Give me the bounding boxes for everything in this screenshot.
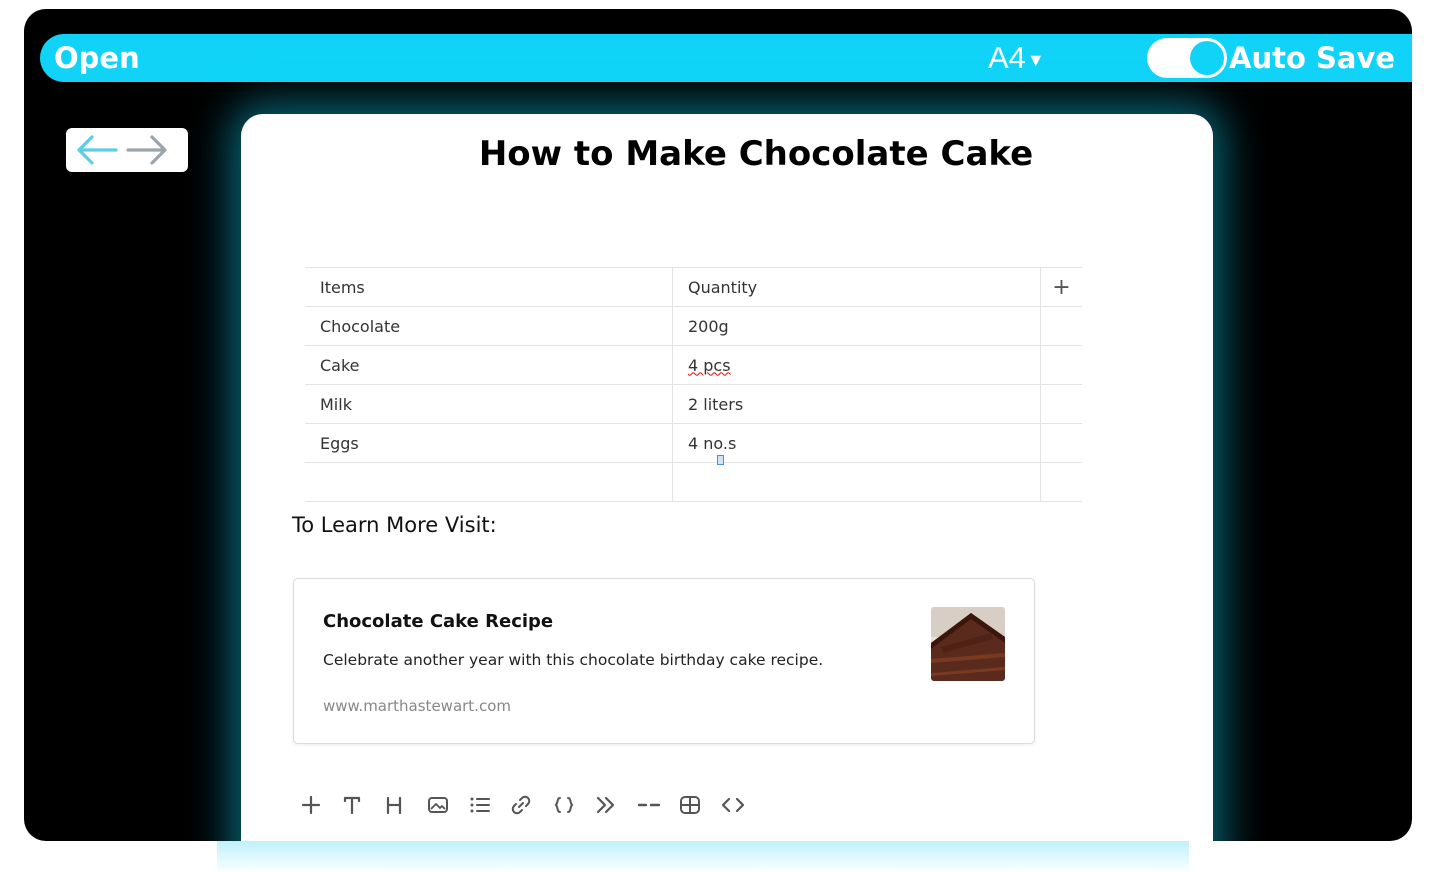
table-cell[interactable]: 2 liters [672, 384, 1041, 424]
table-row: Milk 2 liters [305, 384, 1082, 424]
heading-icon[interactable] [385, 790, 427, 820]
table-cell [1040, 384, 1082, 424]
table-icon[interactable] [679, 790, 721, 820]
table-row [305, 462, 1082, 502]
arrow-right-icon[interactable] [124, 132, 170, 168]
table-cell[interactable]: 4 pcs [672, 345, 1041, 385]
autosave-label: Auto Save [1229, 41, 1395, 75]
table-cell[interactable]: Cake [305, 345, 673, 385]
table-cell [1040, 345, 1082, 385]
table-cell[interactable]: Milk [305, 384, 673, 424]
block-toolbar [301, 790, 763, 820]
table-cell[interactable]: Eggs [305, 423, 673, 463]
text-icon[interactable] [343, 790, 385, 820]
table-cell[interactable] [672, 462, 1041, 502]
table-cell[interactable]: 4 no.s [672, 423, 1041, 463]
history-nav [66, 128, 188, 172]
table-cell[interactable]: Chocolate [305, 306, 673, 346]
embed-icon[interactable] [721, 790, 763, 820]
ingredients-table: Items Quantity + Chocolate 200g Cake 4 p… [305, 267, 1082, 502]
list-icon[interactable] [469, 790, 511, 820]
image-icon[interactable] [427, 790, 469, 820]
link-card-title: Chocolate Cake Recipe [323, 611, 554, 632]
link-icon[interactable] [511, 790, 553, 820]
open-button[interactable]: Open [54, 40, 140, 76]
table-cell [1040, 462, 1082, 502]
text-cursor-marker [717, 455, 724, 465]
table-row: Cake 4 pcs [305, 345, 1082, 385]
divider-icon[interactable] [637, 790, 679, 820]
spellcheck-text: 4 pcs [688, 355, 731, 375]
add-column-cell: + [1040, 267, 1082, 307]
editor-app: Open A4▼ Auto Save How to Make Chocolate… [24, 9, 1412, 841]
page-size-value: A4 [988, 40, 1026, 75]
link-card-description: Celebrate another year with this chocola… [323, 651, 824, 669]
document-title[interactable]: How to Make Chocolate Cake [241, 134, 1271, 174]
table-cell[interactable]: 200g [672, 306, 1041, 346]
table-header-cell[interactable]: Items [305, 267, 673, 307]
table-header-cell[interactable]: Quantity [672, 267, 1041, 307]
learn-more-text[interactable]: To Learn More Visit: [292, 513, 497, 537]
table-row: Eggs 4 no.s [305, 423, 1082, 463]
table-cell [1040, 306, 1082, 346]
quote-icon[interactable] [595, 790, 637, 820]
link-preview-card[interactable]: Chocolate Cake Recipe Celebrate another … [293, 578, 1035, 744]
autosave-toggle[interactable] [1147, 38, 1227, 78]
cake-thumbnail-image [931, 607, 1005, 681]
document-page: How to Make Chocolate Cake Items Quantit… [241, 114, 1213, 841]
page-size-dropdown[interactable]: A4▼ [988, 40, 1045, 76]
table-header-row: Items Quantity + [305, 267, 1082, 307]
link-card-url: www.marthastewart.com [323, 697, 511, 715]
table-cell [1040, 423, 1082, 463]
code-icon[interactable] [553, 790, 595, 820]
top-bar: Open A4▼ Auto Save [40, 34, 1412, 82]
toggle-knob [1190, 41, 1224, 75]
table-row: Chocolate 200g [305, 306, 1082, 346]
arrow-left-icon[interactable] [74, 132, 120, 168]
table-cell[interactable] [305, 462, 673, 502]
caret-down-icon: ▼ [1026, 49, 1045, 70]
add-column-button[interactable]: + [1052, 275, 1070, 300]
add-block-icon[interactable] [301, 790, 343, 820]
page-glow [217, 841, 1189, 873]
